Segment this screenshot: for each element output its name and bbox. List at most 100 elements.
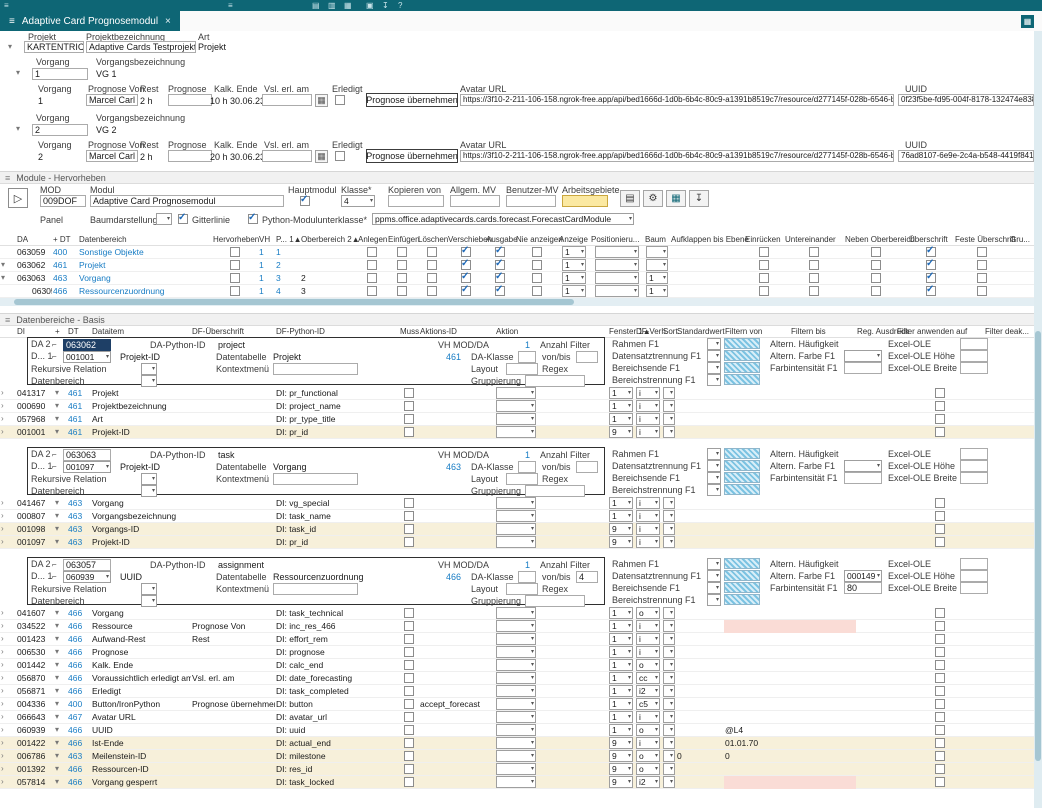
df-verh-select[interactable]: i2▾	[636, 776, 660, 788]
fenster-select[interactable]: 9▾	[609, 776, 633, 788]
datensatztrennung-color-field[interactable]	[724, 350, 760, 361]
section-menu-icon[interactable]: ≡	[5, 173, 10, 183]
df-verh-select[interactable]: i▾	[636, 536, 660, 548]
datenbereich-link[interactable]: Ressourcenzuordnung	[79, 286, 165, 296]
anzahl-filter-field[interactable]: 4	[576, 571, 598, 583]
pos-select[interactable]: ▾	[595, 285, 639, 297]
collapse-icon[interactable]: ⌐	[52, 571, 57, 582]
muss-checkbox[interactable]	[404, 511, 414, 521]
rekursive-relation-select[interactable]: ▾	[141, 473, 157, 485]
bereichsende-color-field[interactable]	[724, 472, 760, 483]
python-unterklasse-field[interactable]: ppms.office.adaptivecards.cards.forecast…	[372, 213, 634, 225]
di-dropdown-icon[interactable]: ▾	[55, 609, 59, 617]
di-dropdown-icon[interactable]: ▾	[55, 402, 59, 410]
pos-select[interactable]: ▾	[595, 259, 639, 271]
filter-anwenden-checkbox[interactable]	[935, 498, 945, 508]
filter-anwenden-checkbox[interactable]	[935, 537, 945, 547]
df-verh-select[interactable]: i▾	[636, 400, 660, 412]
df-verh-select[interactable]: i▾	[636, 387, 660, 399]
expand-icon[interactable]: ›	[1, 726, 4, 734]
excel-ole-field[interactable]	[960, 558, 988, 570]
di-dropdown-icon[interactable]: ▾	[55, 622, 59, 630]
dataitem-row[interactable]: ›057968▾461ArtDI: pr_type_title▾1▾i▾▾	[0, 413, 1034, 426]
aktion-select[interactable]: ▾	[496, 536, 536, 548]
di-select[interactable]: 001001▾	[63, 351, 111, 363]
fenster-select[interactable]: 9▾	[609, 763, 633, 775]
farbintensitaet-field[interactable]: 80	[844, 582, 882, 594]
muss-checkbox[interactable]	[404, 634, 414, 644]
sort-select[interactable]: ▾	[663, 413, 675, 425]
kontextmenu-field[interactable]	[273, 583, 358, 595]
da-klasse-field[interactable]	[518, 351, 536, 363]
filter-anwenden-checkbox[interactable]	[935, 686, 945, 696]
da-field[interactable]: 063063	[63, 449, 111, 461]
untereinander-checkbox[interactable]	[809, 247, 819, 257]
df-verh-select[interactable]: i▾	[636, 523, 660, 535]
sort-select[interactable]: ▾	[663, 620, 675, 632]
vorgang-field[interactable]: 2	[32, 124, 88, 136]
di-dropdown-icon[interactable]: ▾	[55, 635, 59, 643]
export-window-icon[interactable]: ↧	[382, 1, 389, 10]
aktion-select[interactable]: ▾	[496, 659, 536, 671]
tab-menu-icon[interactable]: ≡	[9, 16, 15, 27]
muss-checkbox[interactable]	[404, 414, 414, 424]
filter-anwenden-checkbox[interactable]	[935, 777, 945, 787]
aktion-select[interactable]: ▾	[496, 633, 536, 645]
muss-checkbox[interactable]	[404, 660, 414, 670]
excel-ole-field[interactable]	[960, 448, 988, 460]
erledigt-checkbox[interactable]	[335, 151, 345, 161]
ueberschrift-checkbox[interactable]	[926, 260, 936, 270]
bereichstrennung-color-field[interactable]	[724, 374, 760, 385]
excel-ole-breite-field[interactable]	[960, 362, 988, 374]
settings-gear-icon[interactable]: ⚙	[643, 190, 663, 207]
muss-checkbox[interactable]	[404, 725, 414, 735]
filter-anwenden-checkbox[interactable]	[935, 764, 945, 774]
datensatztrennung-color-field[interactable]	[724, 460, 760, 471]
bereichstrennung-select[interactable]: ▾	[707, 484, 721, 496]
dataitem-row[interactable]: ›001392▾466Ressourcen-IDDI: res_id▾9▾o▾▾	[0, 763, 1034, 776]
excel-ole-hoehe-field[interactable]	[960, 350, 988, 362]
prognose-uebernehmen-button[interactable]: Prognose übernehmen	[366, 149, 458, 163]
di-dropdown-icon[interactable]: ▾	[55, 687, 59, 695]
datensatztrennung-select[interactable]: ▾	[707, 350, 721, 362]
aktion-select[interactable]: ▾	[496, 685, 536, 697]
python-unterklasse-checkbox[interactable]	[248, 214, 258, 224]
nie_anzeigen-checkbox[interactable]	[532, 247, 542, 257]
expand-icon[interactable]: ›	[1, 648, 4, 656]
ausgabe-checkbox[interactable]	[495, 273, 505, 283]
expand-icon[interactable]: ›	[1, 674, 4, 682]
export-icon[interactable]: ↧	[689, 190, 709, 207]
dataitem-row[interactable]: ›056870▾466Voraussichtlich erledigt amVs…	[0, 672, 1034, 685]
ueberschrift-checkbox[interactable]	[926, 286, 936, 296]
sort-select[interactable]: ▾	[663, 763, 675, 775]
fenster-select[interactable]: 9▾	[609, 737, 633, 749]
neben_oberbereich-checkbox[interactable]	[871, 247, 881, 257]
benutzer-mv-field[interactable]	[506, 195, 556, 207]
nie_anzeigen-checkbox[interactable]	[532, 260, 542, 270]
filter-anwenden-checkbox[interactable]	[935, 751, 945, 761]
fenster-select[interactable]: 1▾	[609, 659, 633, 671]
datenbereiche-section-header[interactable]: ≡ Datenbereiche - Basis	[0, 313, 1034, 326]
sort-select[interactable]: ▾	[663, 607, 675, 619]
einruecken-checkbox[interactable]	[759, 247, 769, 257]
sort-select[interactable]: ▾	[663, 737, 675, 749]
module-grid-row[interactable]: ▾063062461Projekt121▾▾▾	[0, 259, 1034, 272]
expand-icon[interactable]: ›	[1, 512, 4, 520]
baum-select[interactable]: ▾	[646, 246, 668, 258]
sort-select[interactable]: ▾	[663, 633, 675, 645]
bereichsende-select[interactable]: ▾	[707, 472, 721, 484]
aktion-select[interactable]: ▾	[496, 413, 536, 425]
filter-anwenden-checkbox[interactable]	[935, 608, 945, 618]
muss-checkbox[interactable]	[404, 647, 414, 657]
di-dropdown-icon[interactable]: ▾	[55, 389, 59, 397]
dataitem-row[interactable]: ›057814▾466Vorgang gesperrtDI: task_lock…	[0, 776, 1034, 789]
sort-select[interactable]: ▾	[663, 672, 675, 684]
filter-anwenden-checkbox[interactable]	[935, 634, 945, 644]
df-verh-select[interactable]: i▾	[636, 633, 660, 645]
di-dropdown-icon[interactable]: ▾	[55, 648, 59, 656]
dataitem-row[interactable]: ›001001▾461Projekt-IDDI: pr_id▾9▾i▾▾	[0, 426, 1034, 439]
expand-icon[interactable]: ▾	[1, 261, 5, 269]
excel-ole-breite-field[interactable]	[960, 472, 988, 484]
filter-anwenden-checkbox[interactable]	[935, 427, 945, 437]
rahmen-select[interactable]: ▾	[707, 558, 721, 570]
